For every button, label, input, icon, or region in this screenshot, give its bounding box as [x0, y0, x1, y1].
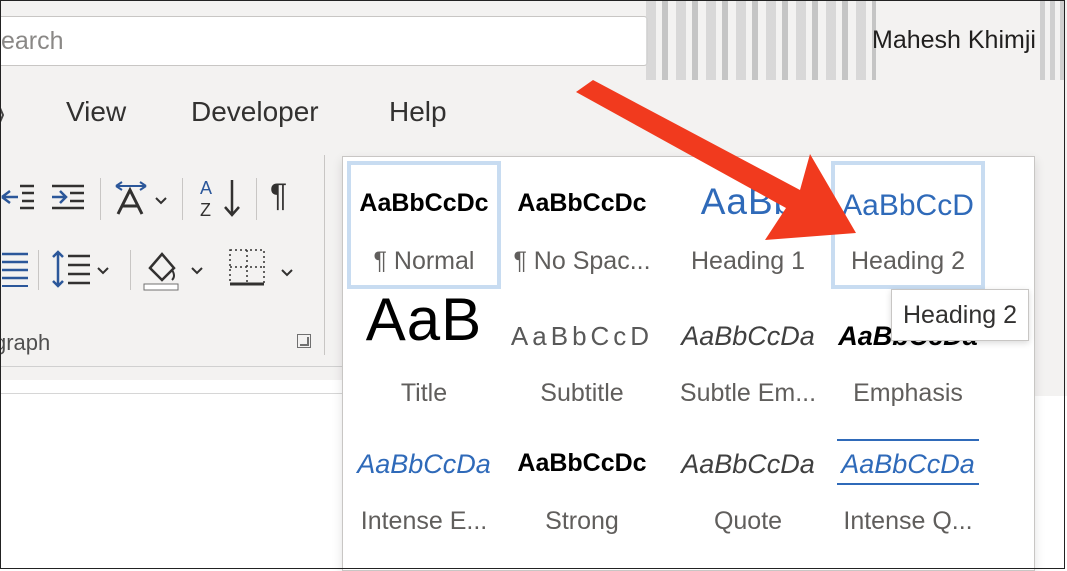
style-name: Intense E... — [360, 507, 488, 535]
style-name: Quote — [713, 507, 783, 535]
style-name: Title — [400, 379, 448, 407]
style-preview: AaB — [365, 293, 483, 353]
style-preview: AaBbCcDa — [841, 449, 975, 479]
style-preview: AaBbCcDa — [681, 321, 815, 351]
svg-text:Z: Z — [200, 200, 211, 220]
style-item[interactable]: AaBbCcDc ¶ No Spac... — [505, 161, 659, 289]
separator — [182, 178, 183, 220]
borders-icon[interactable] — [226, 246, 298, 292]
decrease-indent-icon[interactable] — [0, 180, 36, 214]
style-name: Subtitle — [540, 379, 624, 407]
intense-quote-rule — [837, 439, 979, 441]
style-item[interactable]: AaB Title — [347, 293, 501, 421]
style-item[interactable]: AaBbCcDc ¶ Normal — [347, 161, 501, 289]
style-name: Strong — [545, 507, 619, 535]
style-item[interactable]: AaBbCcDa Quote — [671, 421, 825, 549]
style-item[interactable]: AaBbCcDa Subtle Em... — [671, 293, 825, 421]
search-text: earch — [1, 27, 64, 55]
user-name[interactable]: Mahesh Khimji M — [872, 26, 1064, 55]
dialog-launcher-icon[interactable] — [297, 334, 311, 348]
style-name: Emphasis — [853, 379, 963, 407]
shading-icon[interactable] — [142, 246, 214, 292]
show-formatting-icon[interactable]: ¶ — [270, 179, 287, 211]
style-preview: AaBbCcDc — [517, 449, 647, 477]
styles-gallery: AaBbCcDc ¶ Normal AaBbCcDc ¶ No Spac... AaBb… — [342, 156, 1035, 571]
style-preview: AaBbCcD — [510, 321, 654, 351]
style-item[interactable]: AaBbCcD Heading 2 — [831, 161, 985, 289]
tab-developer[interactable]: Developer — [191, 96, 319, 128]
svg-text:A: A — [200, 178, 212, 198]
separator — [256, 178, 257, 220]
style-name: Intense Q... — [843, 507, 973, 535]
justify-icon[interactable] — [0, 250, 30, 288]
line-spacing-icon[interactable] — [50, 248, 116, 290]
style-item[interactable]: AaBbCcDc Strong — [505, 421, 659, 549]
style-name: Heading 1 — [691, 247, 805, 275]
title-bar-pattern — [646, 0, 876, 80]
title-bar-pattern-right — [1040, 0, 1067, 80]
sort-icon[interactable]: A Z — [198, 176, 244, 220]
style-item[interactable]: AaBbCcDa Intense E... — [347, 421, 501, 549]
tooltip: Heading 2 — [891, 289, 1029, 341]
style-item[interactable]: AaBbCcDa Intense Q... — [831, 421, 985, 549]
text-direction-icon[interactable] — [112, 178, 172, 218]
tab-scroll-chevron-icon[interactable] — [0, 90, 4, 140]
separator — [38, 250, 39, 290]
group-separator — [324, 155, 325, 355]
style-name: ¶ Normal — [373, 247, 475, 275]
style-item[interactable]: AaBb Heading 1 — [671, 161, 825, 289]
style-name: Subtle Em... — [679, 379, 817, 407]
tab-view[interactable]: View — [66, 96, 126, 128]
search-input[interactable]: earch — [0, 16, 648, 66]
increase-indent-icon[interactable] — [50, 180, 86, 214]
style-preview: AaBbCcDa — [357, 449, 491, 479]
separator — [100, 178, 101, 220]
style-preview: AaBbCcDc — [517, 189, 647, 217]
style-preview: AaBbCcD — [842, 189, 974, 222]
style-item[interactable]: AaBbCcD Subtitle — [505, 293, 659, 421]
style-name: ¶ No Spac... — [513, 247, 651, 275]
style-name: Heading 2 — [851, 247, 965, 275]
intense-quote-rule — [837, 483, 979, 485]
paragraph-group-label: graph — [0, 330, 51, 355]
title-bar: earch Mahesh Khimji M — [0, 0, 1067, 81]
style-preview: AaBbCcDa — [681, 449, 815, 479]
document-edge — [0, 393, 345, 394]
style-preview: AaBbCcDc — [359, 189, 489, 217]
style-preview: AaBb — [700, 181, 796, 222]
tab-help[interactable]: Help — [389, 96, 447, 128]
separator — [130, 250, 131, 290]
